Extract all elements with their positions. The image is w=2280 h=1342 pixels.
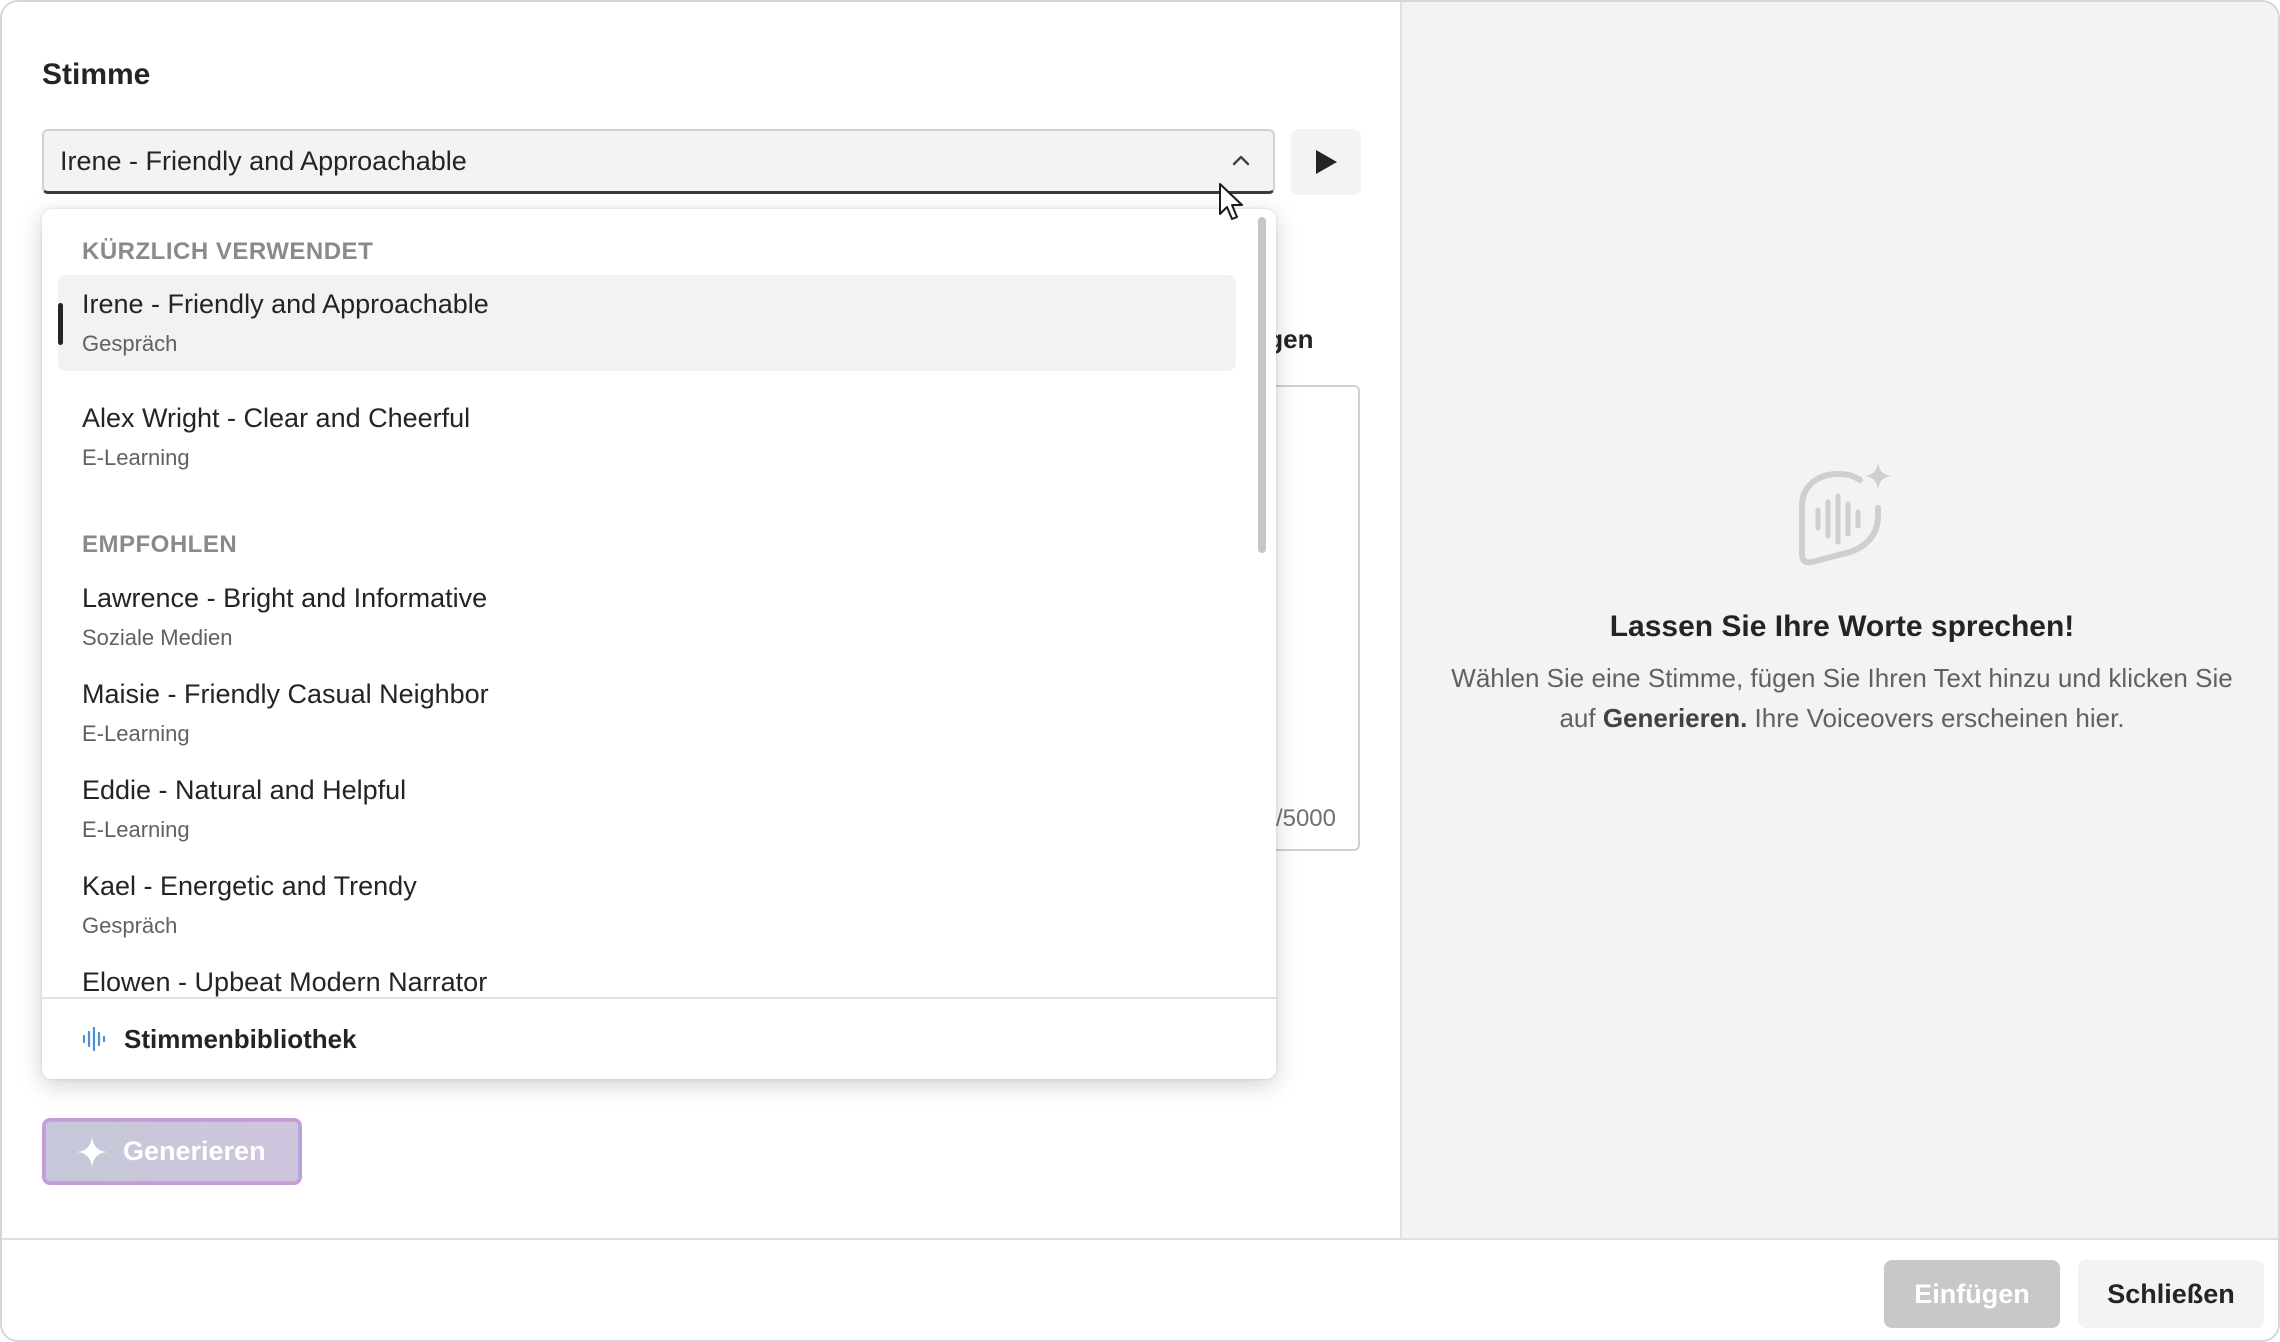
voice-option-category: Gespräch bbox=[82, 331, 178, 356]
left-pane: Stimme Irene - Friendly and Approachable… bbox=[2, 2, 1400, 1238]
voice-option-category: Gespräch bbox=[82, 913, 178, 938]
insert-button[interactable]: Einfügen bbox=[1884, 1260, 2060, 1328]
voice-option[interactable]: Lawrence - Bright and Informative Sozial… bbox=[58, 569, 1236, 665]
voice-option[interactable]: Alex Wright - Clear and Cheerful E-Learn… bbox=[58, 389, 1236, 485]
voice-option[interactable]: Maisie - Friendly Casual Neighbor E-Lear… bbox=[58, 665, 1236, 761]
voice-option[interactable]: Irene - Friendly and Approachable Gesprä… bbox=[58, 275, 1236, 371]
voice-option-title: Elowen - Upbeat Modern Narrator bbox=[82, 967, 488, 997]
voice-option-title: Kael - Energetic and Trendy bbox=[82, 871, 417, 901]
play-icon bbox=[1316, 150, 1337, 174]
voice-option-category: Soziale Medien bbox=[82, 625, 233, 650]
generate-button[interactable]: Generieren bbox=[42, 1118, 302, 1185]
empty-state-description: Wählen Sie eine Stimme, fügen Sie Ihren … bbox=[1442, 658, 2242, 738]
voice-option-list[interactable]: KÜRZLICH VERWENDET Irene - Friendly and … bbox=[42, 209, 1276, 997]
voice-option-title: Lawrence - Bright and Informative bbox=[82, 583, 488, 613]
preview-pane: Lassen Sie Ihre Worte sprechen! Wählen S… bbox=[1400, 2, 2278, 1238]
dialog-footer: Einfügen Schließen bbox=[2, 1238, 2278, 1340]
group-label-recent: KÜRZLICH VERWENDET bbox=[82, 238, 374, 265]
voice-option-category: E-Learning bbox=[82, 817, 190, 842]
voice-option-title: Irene - Friendly and Approachable bbox=[82, 289, 489, 319]
voice-option[interactable]: Elowen - Upbeat Modern Narrator bbox=[58, 953, 1236, 997]
close-button[interactable]: Schließen bbox=[2078, 1260, 2264, 1328]
selection-indicator bbox=[58, 303, 63, 345]
empty-desc-part2: Ihre Voiceovers erscheinen hier. bbox=[1747, 703, 2125, 733]
voice-option-title: Alex Wright - Clear and Cheerful bbox=[82, 403, 471, 433]
voice-option-title: Maisie - Friendly Casual Neighbor bbox=[82, 679, 489, 709]
voiceover-dialog: Stimme Irene - Friendly and Approachable… bbox=[0, 0, 2280, 1342]
waveform-icon bbox=[82, 1026, 106, 1052]
voice-select-value: Irene - Friendly and Approachable bbox=[60, 145, 467, 176]
voice-option-category: E-Learning bbox=[82, 445, 190, 470]
char-count: /5000 bbox=[1275, 805, 1336, 832]
dropdown-scrollbar[interactable] bbox=[1258, 217, 1266, 553]
generate-label: Generieren bbox=[123, 1136, 266, 1166]
voice-dropdown: KÜRZLICH VERWENDET Irene - Friendly and … bbox=[42, 209, 1276, 1079]
sparkle-icon bbox=[77, 1136, 107, 1167]
voice-library-link[interactable]: Stimmenbibliothek bbox=[42, 997, 1276, 1079]
voice-library-label: Stimmenbibliothek bbox=[124, 1023, 357, 1054]
mouse-cursor-icon bbox=[1219, 183, 1243, 220]
voice-heading: Stimme bbox=[42, 58, 151, 91]
voice-sparkle-icon bbox=[1799, 462, 1892, 566]
group-label-recommended: EMPFOHLEN bbox=[82, 531, 238, 558]
voice-select[interactable]: Irene - Friendly and Approachable bbox=[42, 129, 1275, 194]
voice-option[interactable]: Kael - Energetic and Trendy Gespräch bbox=[58, 857, 1236, 953]
empty-state-title: Lassen Sie Ihre Worte sprechen! bbox=[1609, 610, 2075, 643]
chevron-up-icon bbox=[1232, 155, 1250, 166]
voice-option-category: E-Learning bbox=[82, 721, 190, 746]
voice-option-title: Eddie - Natural and Helpful bbox=[82, 775, 407, 805]
play-preview-button[interactable] bbox=[1291, 129, 1361, 195]
empty-desc-bold: Generieren. bbox=[1602, 703, 1748, 733]
voice-option[interactable]: Eddie - Natural and Helpful E-Learning bbox=[58, 761, 1236, 857]
